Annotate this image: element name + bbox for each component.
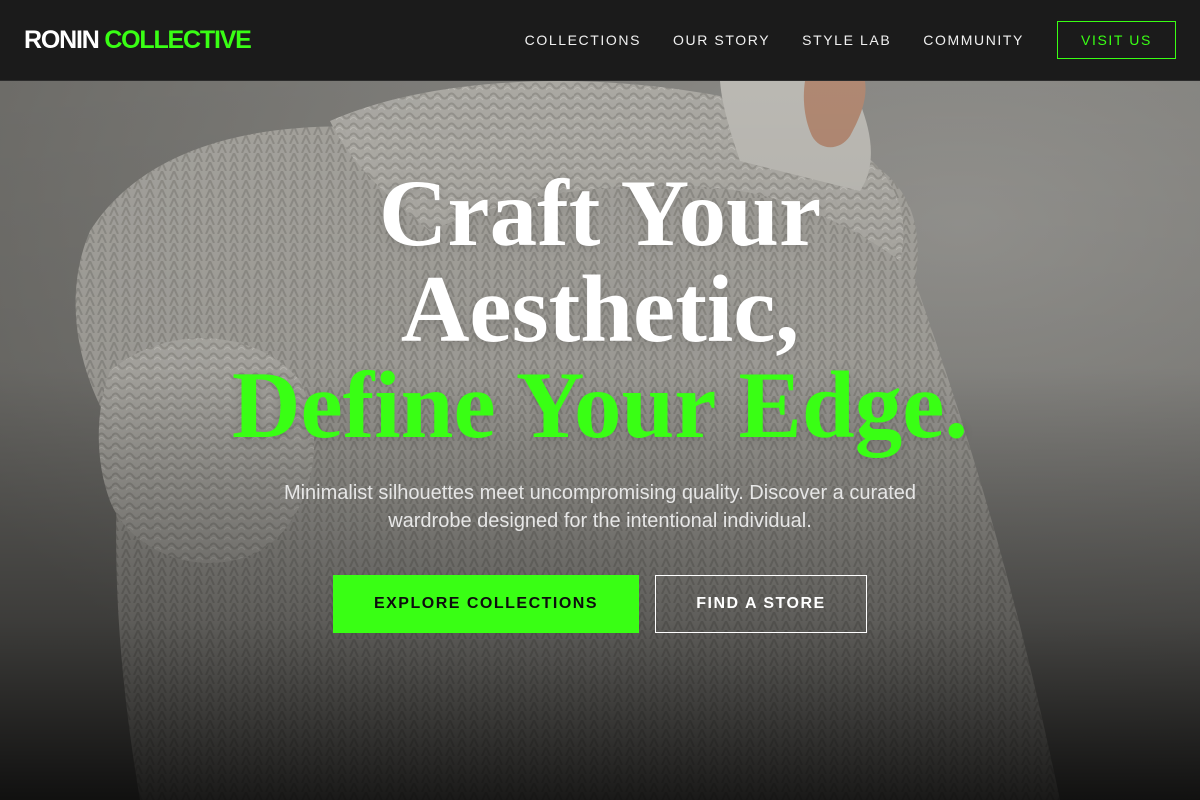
hero-section: Craft Your Aesthetic, Define Your Edge. … bbox=[0, 81, 1200, 800]
find-a-store-button[interactable]: FIND A STORE bbox=[655, 575, 867, 633]
hero-content: Craft Your Aesthetic, Define Your Edge. … bbox=[0, 81, 1200, 800]
nav-link-our-story[interactable]: OUR STORY bbox=[673, 32, 770, 48]
main-nav: COLLECTIONS OUR STORY STYLE LAB COMMUNIT… bbox=[525, 21, 1176, 59]
hero-subtitle: Minimalist silhouettes meet uncompromisi… bbox=[283, 482, 917, 532]
brand-name-accent: COLLECTIVE bbox=[104, 25, 252, 54]
hero-headline: Craft Your Aesthetic, Define Your Edge. bbox=[0, 165, 1200, 453]
headline-line-1: Craft Your bbox=[378, 160, 822, 266]
visit-us-button[interactable]: VISIT US bbox=[1057, 21, 1176, 59]
hero-cta-group: EXPLORE COLLECTIONS FIND A STORE bbox=[0, 575, 1200, 633]
headline-accent: Define Your Edge. bbox=[231, 352, 969, 458]
site-header: RONIN COLLECTIVE COLLECTIONS OUR STORY S… bbox=[0, 0, 1200, 81]
nav-link-community[interactable]: COMMUNITY bbox=[923, 32, 1024, 48]
explore-collections-button[interactable]: EXPLORE COLLECTIONS bbox=[333, 575, 639, 633]
brand-logo[interactable]: RONIN COLLECTIVE bbox=[24, 25, 252, 54]
brand-name-primary: RONIN bbox=[24, 25, 100, 54]
headline-line-2: Aesthetic, bbox=[400, 256, 800, 362]
nav-link-collections[interactable]: COLLECTIONS bbox=[525, 32, 641, 48]
nav-link-style-lab[interactable]: STYLE LAB bbox=[802, 32, 891, 48]
